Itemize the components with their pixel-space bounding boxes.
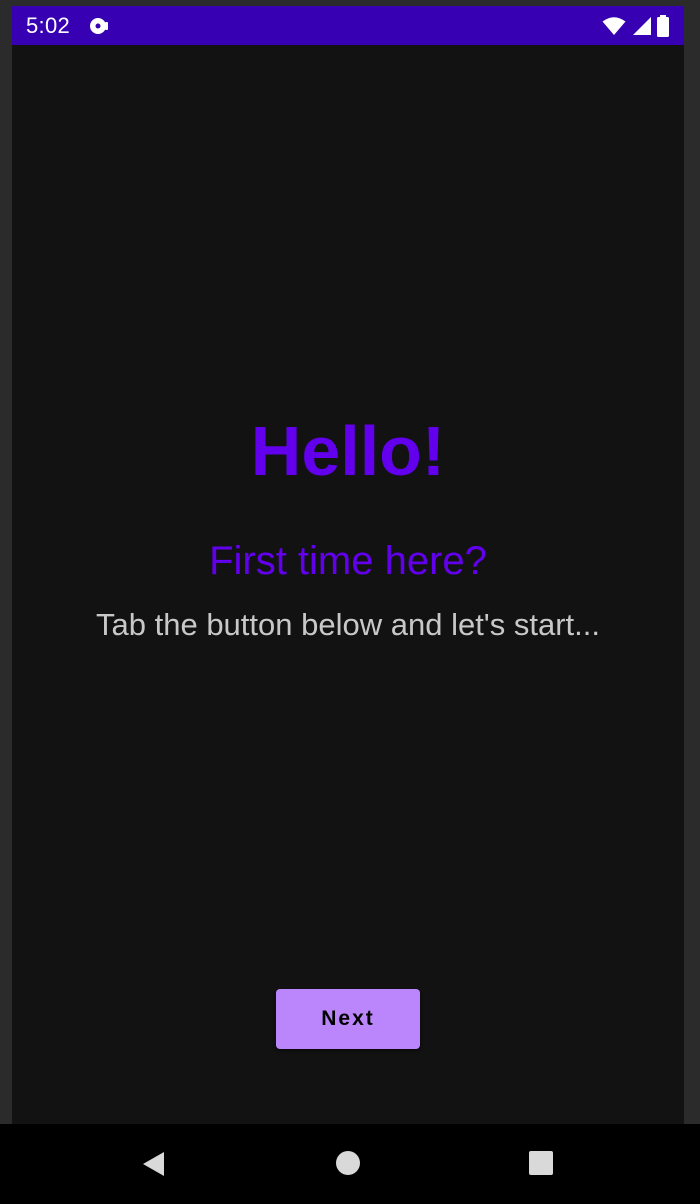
status-icons (602, 14, 670, 38)
instruction-text: Tab the button below and let's start... (96, 607, 600, 642)
subtitle: First time here? (209, 539, 487, 583)
device-frame: 5:02 Hello! First time here? Tab the but… (0, 0, 700, 1204)
home-icon[interactable] (336, 1151, 360, 1175)
next-button[interactable]: Next (276, 989, 420, 1049)
wifi-icon (602, 16, 626, 36)
navigation-bar (0, 1124, 700, 1204)
cell-signal-icon (630, 16, 652, 36)
back-icon[interactable] (141, 1150, 165, 1178)
page-title: Hello! (250, 412, 446, 490)
onboarding-content: Hello! First time here? Tab the button b… (12, 45, 684, 1124)
media-disc-icon (88, 15, 110, 37)
status-bar: 5:02 (12, 6, 684, 45)
app-screen: 5:02 Hello! First time here? Tab the but… (12, 6, 684, 1124)
status-time: 5:02 (26, 13, 71, 38)
recents-icon[interactable] (529, 1151, 553, 1175)
battery-icon (656, 15, 670, 37)
